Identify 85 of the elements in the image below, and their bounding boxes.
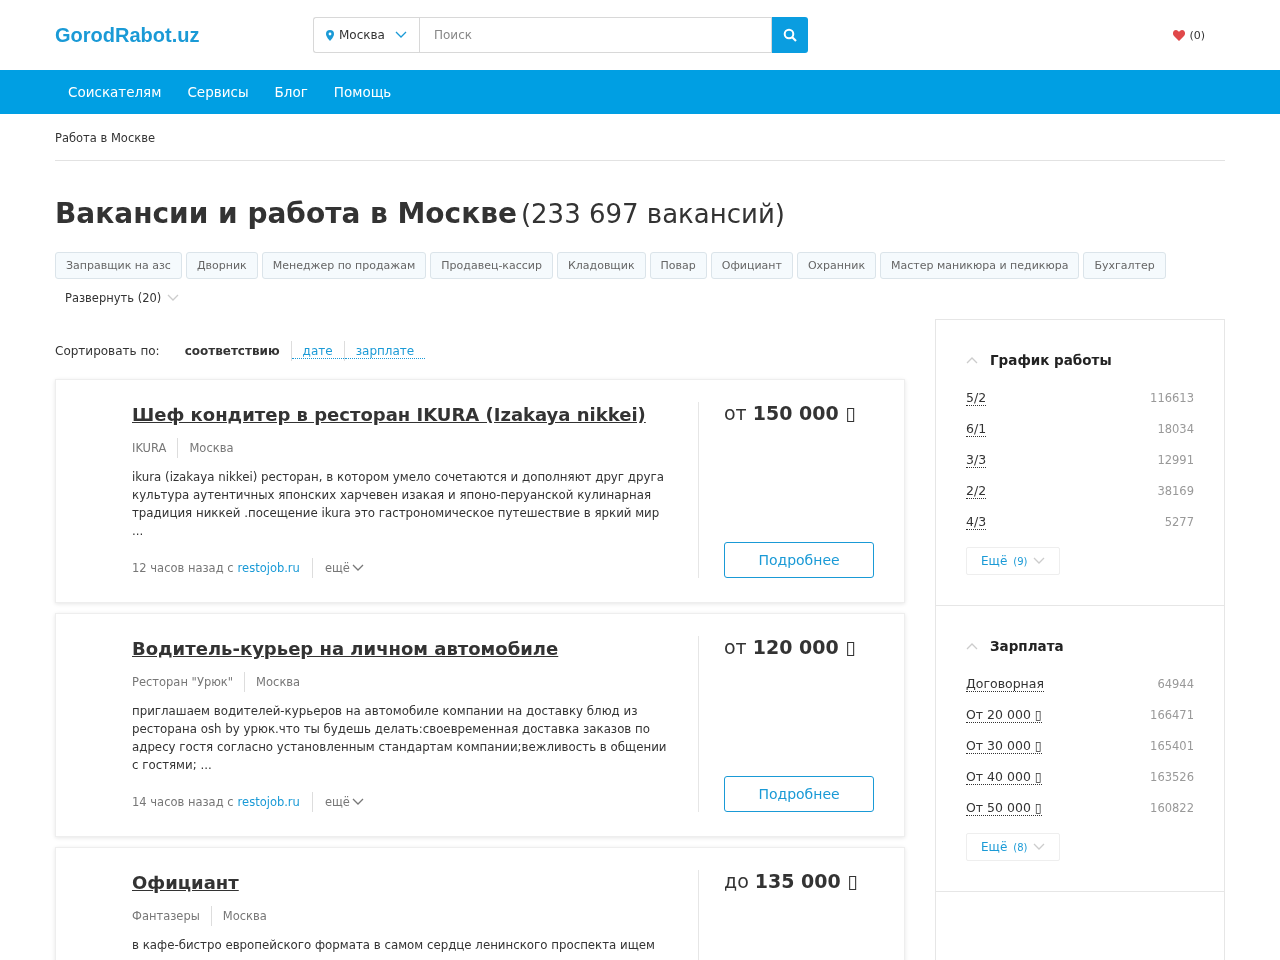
chevron-down-icon — [1033, 843, 1046, 851]
job-title[interactable]: Официант — [132, 870, 239, 896]
tag-link[interactable]: Мастер маникюра и педикюра — [880, 252, 1080, 279]
more-button[interactable]: ещё — [312, 795, 364, 809]
tag-link[interactable]: Повар — [649, 252, 707, 279]
logo[interactable]: GorodRabot.uz — [55, 23, 313, 47]
salary: от 120 000 ▯ — [724, 636, 857, 658]
tag-link[interactable]: Кладовщик — [556, 252, 646, 279]
city-select[interactable]: Москва — [313, 17, 419, 53]
nav-link[interactable]: Соискателям — [68, 84, 162, 100]
job-city: Москва — [188, 441, 235, 455]
company-name: Фантазеры — [132, 909, 201, 923]
job-title[interactable]: Шеф кондитер в ресторан IKURA (Izakaya nikkei) — [132, 402, 646, 428]
option-count: 18034 — [1157, 421, 1194, 436]
filter-option[interactable]: От 30 000 ▯ — [966, 737, 1042, 754]
chevron-icon — [966, 356, 978, 364]
breadcrumb[interactable]: Работа в Москве — [55, 114, 1225, 161]
sort-option[interactable]: зарплате — [344, 343, 426, 359]
posted-time: 14 часов назад с restojob.ru — [132, 795, 301, 809]
search-field[interactable]: Поиск — [419, 17, 772, 53]
heart-icon — [1173, 29, 1186, 41]
chevron-down-icon — [351, 564, 364, 572]
show-more-button[interactable]: Ещё (8) — [966, 833, 1061, 861]
option-count: 160822 — [1150, 800, 1194, 815]
salary: до 135 000 ▯ — [724, 870, 859, 892]
posted-time: 12 часов назад с restojob.ru — [132, 561, 301, 575]
company-name: IKURA — [132, 441, 168, 455]
nav-link[interactable]: Блог — [274, 84, 308, 100]
tag-link[interactable]: Охранник — [796, 252, 877, 279]
nav-link[interactable]: Сервисы — [187, 84, 249, 100]
filter-option[interactable]: 5/2 — [966, 389, 987, 406]
source-link[interactable]: restojob.ru — [237, 561, 300, 575]
option-count: 64944 — [1157, 676, 1194, 691]
option-count: 38169 — [1157, 483, 1194, 498]
filter-option[interactable]: 6/1 — [966, 420, 987, 437]
search-button[interactable] — [772, 17, 808, 53]
chevron-down-icon — [395, 31, 407, 39]
filter-header[interactable]: Зарплата — [966, 638, 1064, 654]
filter-header[interactable]: График работы — [966, 352, 1112, 368]
details-button[interactable]: Подробнее — [724, 776, 874, 812]
filter-option[interactable]: От 40 000 ▯ — [966, 768, 1042, 785]
source-link[interactable]: restojob.ru — [237, 795, 300, 809]
tag-link[interactable]: Бухгалтер — [1083, 252, 1166, 279]
option-count: 163526 — [1150, 769, 1194, 784]
job-title[interactable]: Водитель-курьер на личном автомобиле — [132, 636, 559, 662]
expand-button[interactable]: Развернуть (20) — [65, 291, 180, 305]
sort-option[interactable]: дате — [291, 343, 344, 359]
nav-link[interactable]: Помощь — [333, 84, 392, 100]
job-description: приглашаем водителей-курьеров на автомобиле компании на доставку блюд из ресторана osh by урюк.что ты будешь делать:своевременная доставка заказов по адресу гостя согласно установленным стандартам компании;вежливость в общении с гостями; ... — [132, 703, 668, 774]
tag-link[interactable]: Заправщик на азс — [55, 252, 182, 279]
filter-option[interactable]: От 50 000 ▯ — [966, 799, 1042, 816]
sort-option[interactable]: соответствию — [173, 344, 291, 358]
details-button[interactable]: Подробнее — [724, 542, 874, 578]
job-description: в кафе-бистро европейского формата в самом сердце ленинского проспекта ищем — [132, 937, 656, 954]
filter-option[interactable]: Договорная — [966, 675, 1044, 692]
option-count: 166471 — [1150, 707, 1194, 722]
more-button[interactable]: ещё — [312, 561, 364, 575]
option-count: 12991 — [1157, 452, 1194, 467]
page-title: Вакансии и работа в Москве — [55, 197, 517, 230]
tag-link[interactable]: Дворник — [185, 252, 258, 279]
chevron-icon — [167, 294, 180, 302]
chevron-down-icon — [1033, 557, 1046, 565]
chevron-icon — [966, 642, 978, 650]
location-pin-icon — [326, 29, 334, 41]
option-count: 165401 — [1150, 738, 1194, 753]
sort-label: Сортировать по: — [55, 344, 160, 358]
filter-option[interactable]: 2/2 — [966, 482, 987, 499]
tag-link[interactable]: Менеджер по продажам — [261, 252, 427, 279]
chevron-down-icon — [351, 798, 364, 806]
tag-link[interactable]: Продавец-кассир — [430, 252, 553, 279]
job-city: Москва — [221, 909, 268, 923]
job-city: Москва — [255, 675, 302, 689]
filter-option[interactable]: От 20 000 ▯ — [966, 706, 1042, 723]
favorites-link[interactable]: (0) — [1173, 28, 1205, 42]
filter-option[interactable]: 4/3 — [966, 513, 987, 530]
option-count: 116613 — [1150, 390, 1194, 405]
filter-option[interactable]: 3/3 — [966, 451, 987, 468]
vacancy-count: (233 697 вакансий) — [520, 199, 785, 229]
company-name: Ресторан "Урюк" — [132, 675, 235, 689]
job-description: ikura (izakaya nikkei) ресторан, в котором умело сочетаются и дополняют друг друга культура аутентичных японских харчевен изакая и японо-перуанской кулинарная традиция никкей .посещение ikura это гастрономическое путешествие в яркий мир ... — [132, 469, 665, 540]
show-more-button[interactable]: Ещё (9) — [966, 547, 1061, 575]
tag-link[interactable]: Официант — [710, 252, 793, 279]
search-icon — [783, 28, 797, 42]
salary: от 150 000 ▯ — [724, 402, 857, 424]
option-count: 5277 — [1164, 514, 1194, 529]
